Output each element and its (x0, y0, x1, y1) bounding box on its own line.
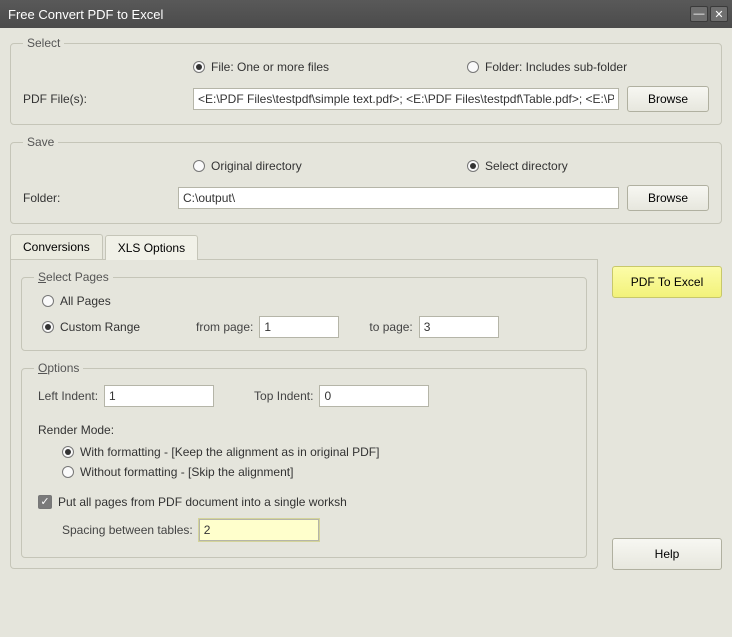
from-page-label: from page: (196, 320, 253, 334)
radio-icon (467, 160, 479, 172)
top-indent-input[interactable] (319, 385, 429, 407)
save-group: Save Original directory Select directory… (10, 135, 722, 224)
top-indent-label: Top Indent: (254, 389, 313, 403)
from-page-input[interactable] (259, 316, 339, 338)
custom-range-label: Custom Range (60, 320, 140, 334)
select-dir-radio[interactable]: Select directory (467, 159, 568, 173)
all-pages-radio[interactable]: All Pages (42, 294, 111, 308)
render-mode-label: Render Mode: (38, 423, 574, 437)
radio-icon (193, 61, 205, 73)
xls-options-panel: Select Pages All Pages Custom Range from… (10, 260, 598, 569)
window-title: Free Convert PDF to Excel (8, 7, 688, 22)
save-legend: Save (23, 135, 58, 149)
options-group: Options Left Indent: Top Indent: Render … (21, 361, 587, 558)
radio-icon (62, 446, 74, 458)
select-group: Select File: One or more files Folder: I… (10, 36, 722, 125)
folder-input[interactable] (178, 187, 619, 209)
save-browse-button[interactable]: Browse (627, 185, 709, 211)
radio-icon (62, 466, 74, 478)
convert-button[interactable]: PDF To Excel (612, 266, 722, 298)
spacing-input[interactable] (199, 519, 319, 541)
to-page-input[interactable] (419, 316, 499, 338)
left-indent-input[interactable] (104, 385, 214, 407)
with-formatting-label: With formatting - [Keep the alignment as… (80, 445, 379, 459)
tab-bar: Conversions XLS Options (10, 234, 598, 260)
original-dir-label: Original directory (211, 159, 302, 173)
file-radio[interactable]: File: One or more files (193, 60, 443, 74)
tab-xls-options[interactable]: XLS Options (105, 235, 198, 260)
radio-icon (42, 321, 54, 333)
custom-range-radio[interactable]: Custom Range (42, 320, 172, 334)
pdf-files-input[interactable] (193, 88, 619, 110)
folder-radio-label: Folder: Includes sub-folder (485, 60, 627, 74)
folder-label: Folder: (23, 191, 178, 205)
tab-conversions[interactable]: Conversions (10, 234, 103, 259)
left-indent-label: Left Indent: (38, 389, 98, 403)
select-dir-label: Select directory (485, 159, 568, 173)
spacing-label: Spacing between tables: (62, 523, 193, 537)
radio-icon (467, 61, 479, 73)
minimize-button[interactable]: — (690, 6, 708, 22)
without-formatting-label: Without formatting - [Skip the alignment… (80, 465, 293, 479)
with-formatting-radio[interactable]: With formatting - [Keep the alignment as… (62, 445, 379, 459)
to-page-label: to page: (369, 320, 412, 334)
without-formatting-radio[interactable]: Without formatting - [Skip the alignment… (62, 465, 293, 479)
options-legend: Options (34, 361, 83, 375)
single-worksheet-checkbox[interactable]: Put all pages from PDF document into a s… (38, 495, 347, 509)
close-button[interactable]: ✕ (710, 6, 728, 22)
title-bar: Free Convert PDF to Excel — ✕ (0, 0, 732, 28)
folder-radio[interactable]: Folder: Includes sub-folder (467, 60, 627, 74)
checkbox-icon (38, 495, 52, 509)
all-pages-label: All Pages (60, 294, 111, 308)
select-legend: Select (23, 36, 64, 50)
select-browse-button[interactable]: Browse (627, 86, 709, 112)
file-radio-label: File: One or more files (211, 60, 329, 74)
original-dir-radio[interactable]: Original directory (193, 159, 443, 173)
select-pages-group: Select Pages All Pages Custom Range from… (21, 270, 587, 351)
select-pages-legend: Select Pages (34, 270, 113, 284)
radio-icon (193, 160, 205, 172)
single-worksheet-label: Put all pages from PDF document into a s… (58, 495, 347, 509)
pdf-files-label: PDF File(s): (23, 92, 193, 106)
help-button[interactable]: Help (612, 538, 722, 570)
radio-icon (42, 295, 54, 307)
